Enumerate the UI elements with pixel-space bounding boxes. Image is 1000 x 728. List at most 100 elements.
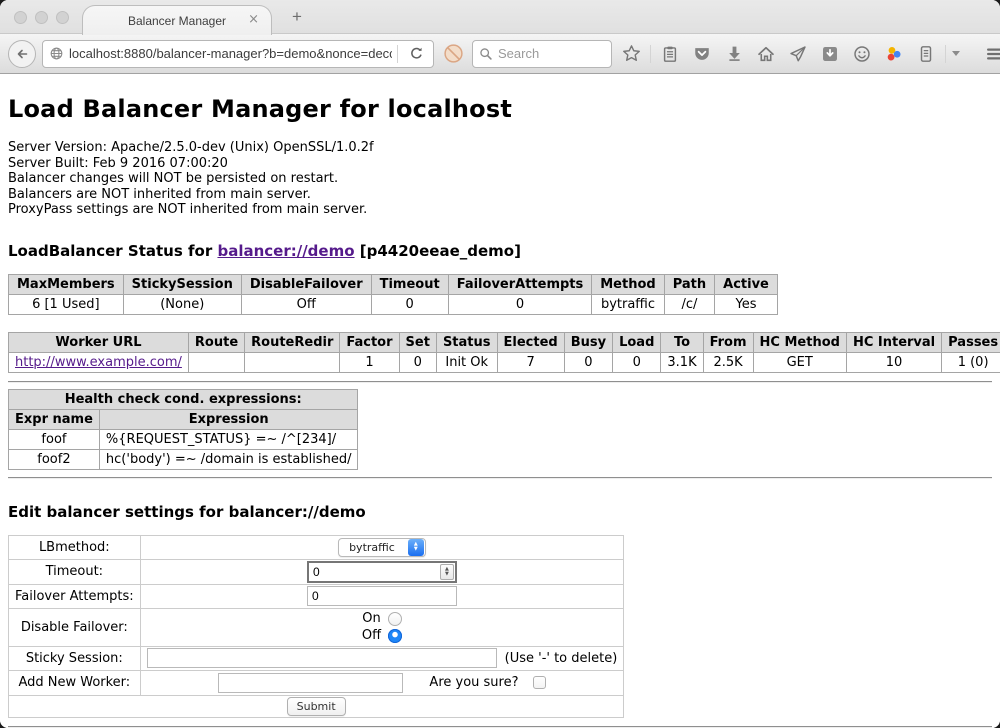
lbmethod-label: LBmethod: <box>9 535 141 559</box>
feedback-smiley-icon[interactable] <box>849 41 875 67</box>
server-version-line: Server Version: Apache/2.5.0-dev (Unix) … <box>8 140 992 156</box>
cell-expression: %{REQUEST_STATUS} =~ /^[234]/ <box>99 429 358 449</box>
table-row: foof2 hc('body') =~ /domain is establish… <box>9 449 358 469</box>
edit-balancer-form: LBmethod: bytraffic ▲▼ Timeout: ▲▼ <box>8 535 624 718</box>
cell-disablefailover: Off <box>241 294 371 314</box>
add-worker-input[interactable] <box>218 673 403 693</box>
col-expression: Expression <box>99 409 358 429</box>
timeout-input[interactable] <box>309 565 440 579</box>
col-factor: Factor <box>340 332 399 352</box>
window-close-button[interactable] <box>14 11 27 24</box>
col-failoverattempts: FailoverAttempts <box>448 274 592 294</box>
save-page-icon[interactable] <box>817 41 843 67</box>
table-header-row: Worker URL Route RouteRedir Factor Set S… <box>9 332 1000 352</box>
cell-elected: 7 <box>497 352 564 372</box>
health-check-title: Health check cond. expressions: <box>9 389 358 409</box>
url-input[interactable] <box>69 46 392 61</box>
home-icon[interactable] <box>753 41 779 67</box>
submit-button[interactable]: Submit <box>287 697 346 716</box>
cell-factor: 1 <box>340 352 399 372</box>
are-you-sure-checkbox[interactable] <box>533 676 546 689</box>
cell-hc-interval: 10 <box>846 352 941 372</box>
lbmethod-selected-value: bytraffic <box>349 541 407 554</box>
col-active: Active <box>715 274 778 294</box>
divider <box>8 381 992 383</box>
table-header-row: MaxMembers StickySession DisableFailover… <box>9 274 778 294</box>
col-from: From <box>703 332 753 352</box>
health-check-table: Health check cond. expressions: Expr nam… <box>8 389 358 470</box>
form-row-add-worker: Add New Worker: Are you sure? <box>9 670 624 695</box>
radio-option-off: Off <box>147 627 618 644</box>
notice-line: Balancers are NOT inherited from main se… <box>8 187 992 203</box>
url-bar[interactable] <box>42 40 434 68</box>
blocked-icon[interactable] <box>440 41 466 67</box>
search-bar[interactable] <box>472 40 612 68</box>
menu-icon[interactable] <box>982 41 1000 67</box>
col-load: Load <box>613 332 661 352</box>
pocket-icon[interactable] <box>689 41 715 67</box>
number-spinner-icon[interactable]: ▲▼ <box>440 564 454 580</box>
reload-button[interactable] <box>403 41 429 67</box>
divider <box>8 477 992 479</box>
bookmark-star-icon[interactable] <box>618 41 644 67</box>
timeout-field-wrap: ▲▼ <box>307 561 457 583</box>
browser-window: Balancer Manager × + <box>0 0 1000 728</box>
tab-close-icon[interactable]: × <box>248 12 259 27</box>
cell-expression: hc('body') =~ /domain is established/ <box>99 449 358 469</box>
table-row: foof %{REQUEST_STATUS} =~ /^[234]/ <box>9 429 358 449</box>
downloads-icon[interactable] <box>721 41 747 67</box>
new-tab-button[interactable]: + <box>292 7 302 27</box>
sticky-session-input[interactable] <box>147 648 497 668</box>
back-button[interactable] <box>8 40 36 68</box>
select-stepper-icon: ▲▼ <box>408 539 424 556</box>
server-built-line: Server Built: Feb 9 2016 07:00:20 <box>8 156 992 172</box>
clipboard-icon[interactable] <box>657 41 683 67</box>
cell-set: 0 <box>399 352 436 372</box>
timeout-label: Timeout: <box>9 559 141 584</box>
col-set: Set <box>399 332 436 352</box>
cell-expr-name: foof <box>9 429 100 449</box>
cell-passes: 1 (0) <box>942 352 1000 372</box>
status-prefix: LoadBalancer Status for <box>8 242 217 260</box>
lbmethod-select[interactable]: bytraffic ▲▼ <box>338 538 426 557</box>
sticky-session-label: Sticky Session: <box>9 646 141 670</box>
window-minimize-button[interactable] <box>35 11 48 24</box>
tab-balancer-manager[interactable]: Balancer Manager × <box>82 5 272 35</box>
page-content: Load Balancer Manager for localhost Serv… <box>0 74 1000 728</box>
cell-from: 2.5K <box>703 352 753 372</box>
cell-stickysession: (None) <box>123 294 241 314</box>
radio-on[interactable] <box>388 612 402 626</box>
notes-icon[interactable] <box>913 41 939 67</box>
form-row-submit: Submit <box>9 695 624 717</box>
colors-icon[interactable] <box>881 41 907 67</box>
col-elected: Elected <box>497 332 564 352</box>
send-icon[interactable] <box>785 41 811 67</box>
cell-method: bytraffic <box>592 294 664 314</box>
search-input[interactable] <box>498 46 605 61</box>
add-worker-label: Add New Worker: <box>9 670 141 695</box>
form-row-sticky-session: Sticky Session: (Use '-' to delete) <box>9 646 624 670</box>
col-passes: Passes <box>942 332 1000 352</box>
balancer-status-table: MaxMembers StickySession DisableFailover… <box>8 274 778 315</box>
col-maxmembers: MaxMembers <box>9 274 124 294</box>
form-row-timeout: Timeout: ▲▼ <box>9 559 624 584</box>
col-stickysession: StickySession <box>123 274 241 294</box>
col-to: To <box>661 332 703 352</box>
form-row-failover-attempts: Failover Attempts: <box>9 584 624 608</box>
worker-url-link[interactable]: http://www.example.com/ <box>15 355 182 370</box>
col-routeredir: RouteRedir <box>245 332 340 352</box>
col-worker-url: Worker URL <box>9 332 189 352</box>
balancer-demo-link[interactable]: balancer://demo <box>217 242 354 260</box>
failover-attempts-input[interactable] <box>307 586 457 606</box>
cell-failoverattempts: 0 <box>448 294 592 314</box>
radio-off[interactable] <box>388 629 402 643</box>
table-row: http://www.example.com/ 1 0 Init Ok 7 0 … <box>9 352 1000 372</box>
toolbar-divider <box>650 45 651 63</box>
sticky-session-hint: (Use '-' to delete) <box>505 651 618 666</box>
disable-failover-label: Disable Failover: <box>9 608 141 646</box>
dropdown-caret-icon[interactable] <box>952 51 960 56</box>
window-zoom-button[interactable] <box>56 11 69 24</box>
col-hc-interval: HC Interval <box>846 332 941 352</box>
server-info: Server Version: Apache/2.5.0-dev (Unix) … <box>8 140 992 218</box>
radio-option-on: On <box>147 610 618 627</box>
